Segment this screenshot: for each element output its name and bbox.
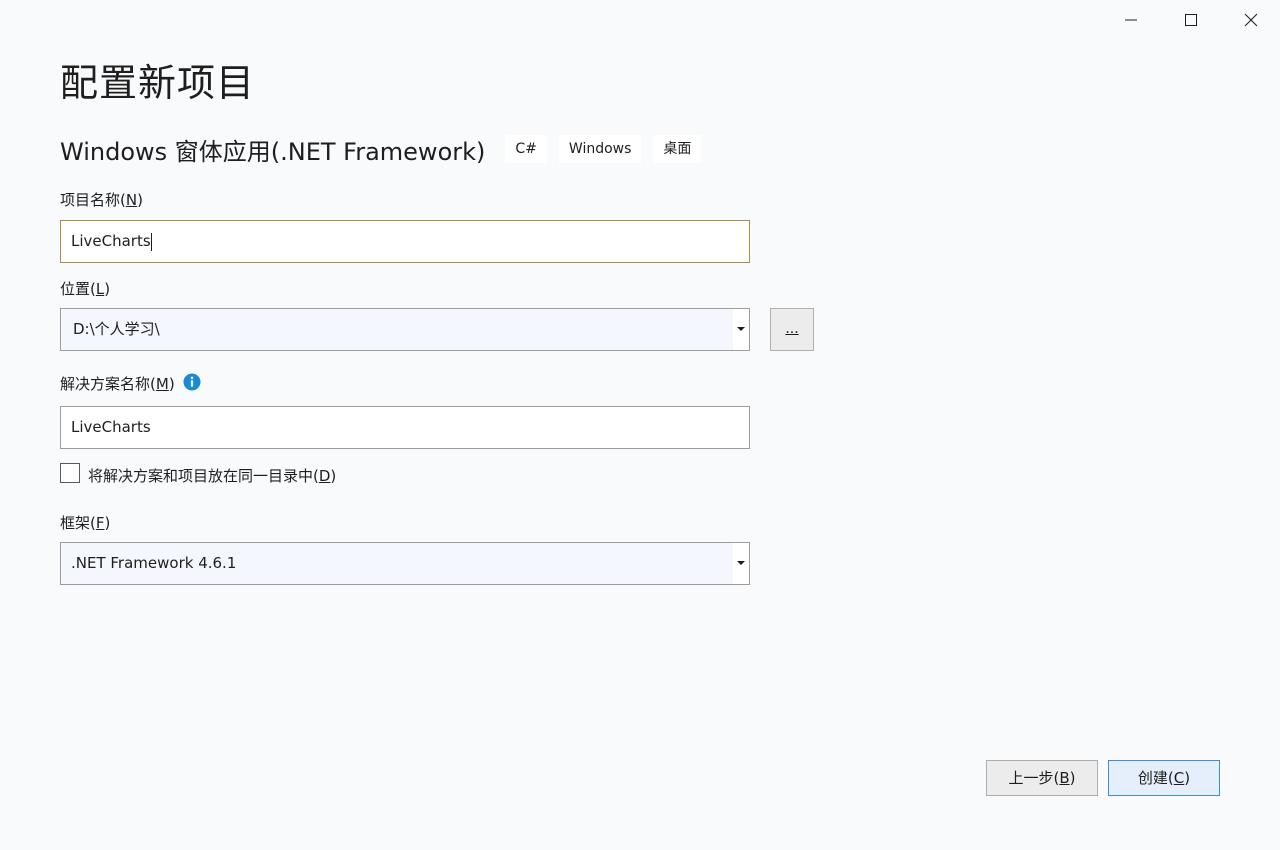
close-button[interactable] — [1221, 0, 1280, 40]
solution-name-input[interactable]: LiveCharts — [60, 406, 750, 449]
location-dropdown-button[interactable] — [733, 309, 749, 350]
minimize-button[interactable] — [1101, 0, 1161, 40]
same-directory-label[interactable]: 将解决方案和项目放在同一目录中(D) — [88, 465, 336, 486]
page-title: 配置新项目 — [60, 61, 256, 105]
framework-label: 框架(F) — [60, 514, 111, 532]
solution-name-label: 解决方案名称(M) — [60, 375, 175, 393]
configure-project-window: 配置新项目 Windows 窗体应用(.NET Framework) C# Wi… — [0, 0, 1280, 850]
location-label: 位置(L) — [60, 280, 111, 298]
solution-name-value: LiveCharts — [71, 418, 151, 436]
maximize-icon — [1185, 14, 1197, 26]
info-icon[interactable] — [183, 373, 201, 391]
chevron-down-icon — [737, 561, 745, 565]
framework-value: .NET Framework 4.6.1 — [71, 554, 237, 572]
back-button[interactable]: 上一步(B) — [986, 760, 1098, 796]
tag-language: C# — [505, 135, 547, 163]
framework-combobox[interactable]: .NET Framework 4.6.1 — [60, 542, 750, 585]
project-name-value: LiveCharts — [71, 232, 151, 250]
tag-project-type: 桌面 — [653, 135, 702, 163]
framework-dropdown-button[interactable] — [733, 543, 749, 584]
close-icon — [1244, 13, 1258, 27]
project-name-label: 项目名称(N) — [60, 191, 143, 209]
chevron-down-icon — [737, 327, 745, 331]
location-combobox[interactable]: D:\个人学习\ — [60, 308, 750, 351]
same-directory-checkbox[interactable] — [60, 463, 80, 483]
create-button[interactable]: 创建(C) — [1108, 760, 1220, 796]
location-value: D:\个人学习\ — [73, 320, 160, 338]
maximize-button[interactable] — [1161, 0, 1221, 40]
template-info: Windows 窗体应用(.NET Framework) C# Windows … — [60, 133, 713, 166]
tag-platform: Windows — [558, 135, 642, 163]
minimize-icon — [1125, 19, 1137, 21]
project-name-input[interactable]: LiveCharts — [60, 220, 750, 263]
template-name: Windows 窗体应用(.NET Framework) — [60, 137, 486, 166]
text-caret — [150, 232, 152, 251]
browse-button[interactable]: ... — [770, 308, 814, 351]
